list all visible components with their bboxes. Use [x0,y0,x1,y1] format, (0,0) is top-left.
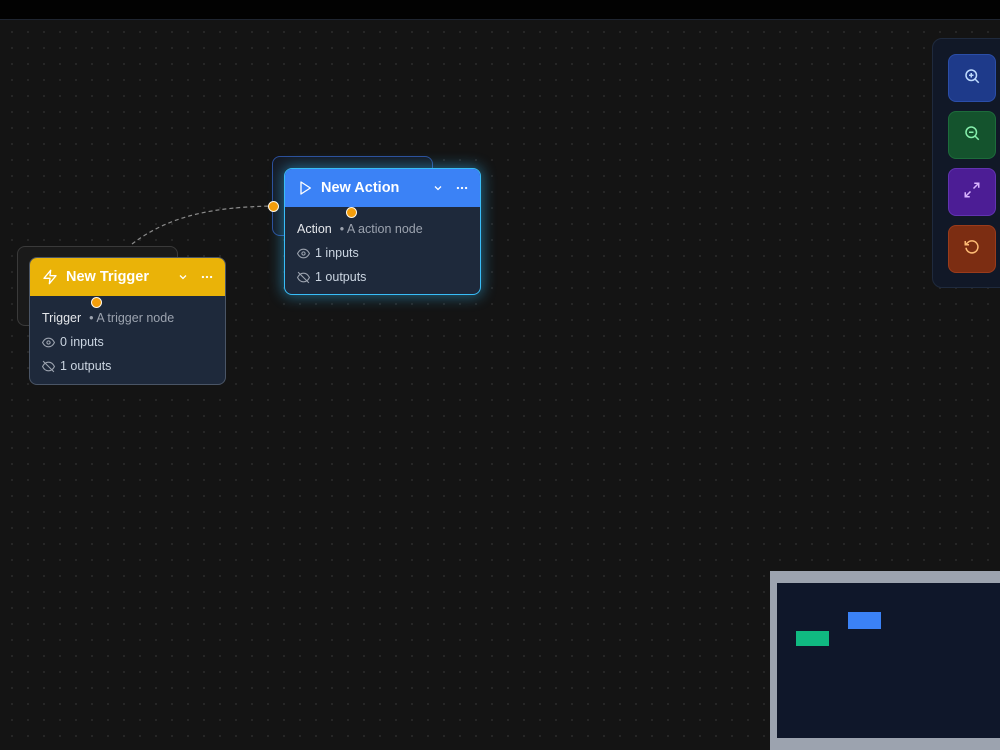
zoom-in-icon [963,67,981,90]
top-bar [0,0,1000,20]
node-description: A trigger node [89,311,174,325]
fit-view-button[interactable] [948,168,996,216]
minimap[interactable] [770,571,1000,750]
action-input-handle-left[interactable] [268,201,279,212]
play-icon [297,180,313,196]
action-node-body: Action A action node 1 inputs 1 outputs [285,207,480,294]
zoom-out-icon [963,124,981,147]
trigger-node-header[interactable]: New Trigger [30,258,225,296]
trigger-node-meta: Trigger A trigger node [42,306,213,330]
action-node-outputs: 1 outputs [297,265,468,289]
eye-off-icon [297,271,310,284]
node-type-label: Action [297,222,332,236]
outputs-count: 1 outputs [315,270,367,284]
chevron-down-icon[interactable] [430,180,446,196]
node-description: A action node [340,222,423,236]
eye-off-icon [42,360,55,373]
chevron-down-icon[interactable] [175,269,191,285]
action-node[interactable]: New Action Action A action node 1 inputs… [284,168,481,295]
action-node-meta: Action A action node [297,217,468,241]
inputs-count: 0 inputs [60,335,104,349]
rotate-ccw-icon [963,238,981,261]
inputs-count: 1 inputs [315,246,359,260]
zoom-controls-panel [932,38,1000,288]
action-node-header[interactable]: New Action [285,169,480,207]
outputs-count: 1 outputs [60,359,112,373]
zoom-in-button[interactable] [948,54,996,102]
trigger-node-inputs: 0 inputs [42,330,213,354]
trigger-node-title: New Trigger [66,269,149,285]
minimap-viewport[interactable] [777,583,1000,738]
eye-icon [42,336,55,349]
action-output-handle[interactable] [346,207,357,218]
trigger-node-outputs: 1 outputs [42,354,213,378]
action-node-title: New Action [321,180,400,196]
action-node-inputs: 1 inputs [297,241,468,265]
zap-icon [42,269,58,285]
trigger-output-handle[interactable] [91,297,102,308]
maximize-icon [963,181,981,204]
minimap-action-node [848,612,881,629]
eye-icon [297,247,310,260]
trigger-node[interactable]: New Trigger Trigger A trigger node 0 inp… [29,257,226,385]
zoom-out-button[interactable] [948,111,996,159]
trigger-node-body: Trigger A trigger node 0 inputs 1 output… [30,296,225,384]
minimap-trigger-node [796,631,829,646]
more-horizontal-icon[interactable] [454,180,470,196]
node-type-label: Trigger [42,311,82,325]
more-horizontal-icon[interactable] [199,269,215,285]
reset-view-button[interactable] [948,225,996,273]
